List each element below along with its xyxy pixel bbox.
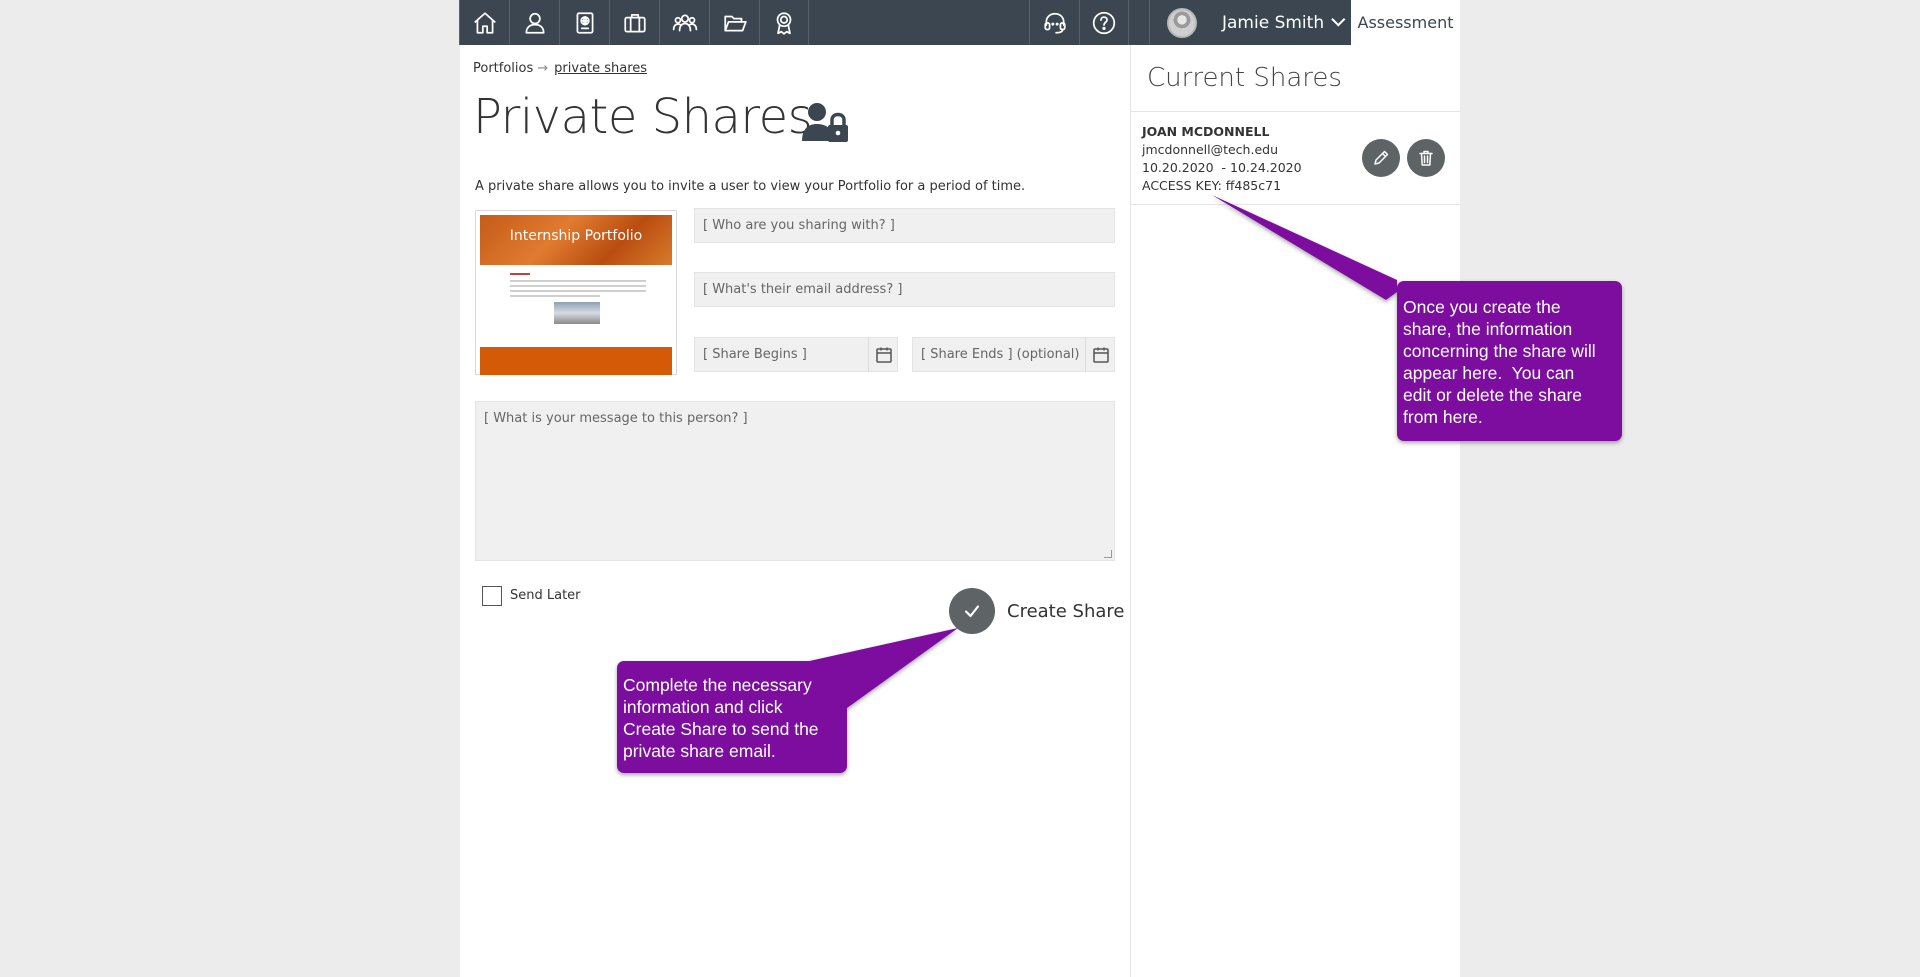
pencil-icon [1374, 150, 1389, 165]
main-panel: Portfolios → private shares Private Shar… [460, 45, 1130, 977]
top-bar: Jamie Smith Assessment [0, 0, 1920, 45]
chevron-down-icon [1331, 11, 1346, 27]
top-nav: Jamie Smith Assessment [459, 0, 1460, 45]
share-access-key: ACCESS KEY: ff485c71 [1142, 178, 1282, 193]
arrow-right-icon: → [537, 61, 549, 76]
user-menu[interactable]: Jamie Smith [1149, 0, 1351, 45]
trash-icon [1419, 150, 1433, 166]
help-button[interactable] [1079, 0, 1129, 45]
passport-button[interactable] [559, 0, 609, 45]
user-name: Jamie Smith [1222, 12, 1325, 33]
portfolio-thumbnail: Internship Portfolio [475, 210, 677, 375]
groups-button[interactable] [659, 0, 709, 45]
send-later-checkbox[interactable] [482, 586, 502, 606]
group-icon [672, 14, 697, 31]
home-button[interactable] [459, 0, 509, 45]
current-shares-title: Current Shares [1147, 63, 1342, 93]
breadcrumb-private-shares[interactable]: private shares [554, 61, 647, 76]
passport-icon [576, 11, 593, 34]
breadcrumb-portfolios[interactable]: Portfolios [473, 61, 533, 76]
briefcase-icon [623, 13, 646, 33]
headset-icon [1043, 12, 1066, 34]
create-share-button[interactable]: Create Share [949, 588, 1124, 634]
user-lock-icon [802, 103, 848, 142]
share-ends-calendar-button[interactable] [1085, 337, 1115, 372]
assessment-tab[interactable]: Assessment [1351, 0, 1460, 45]
check-icon [964, 605, 980, 618]
page-description: A private share allows you to invite a u… [475, 179, 1026, 194]
resize-handle[interactable] [1104, 550, 1112, 558]
support-button[interactable] [1029, 0, 1079, 45]
avatar [1167, 7, 1197, 38]
profile-button[interactable] [509, 0, 559, 45]
callout-right-text: Once you create the share, the informati… [1403, 297, 1596, 427]
folder-open-icon [723, 15, 747, 31]
page-title: Private Shares [473, 89, 813, 145]
briefcase-button[interactable] [609, 0, 659, 45]
recipient-name-input[interactable]: [ Who are you sharing with? ] [694, 208, 1115, 243]
thumbnail-image [554, 302, 600, 324]
breadcrumb: Portfolios → private shares [473, 61, 647, 76]
recipient-email-input[interactable]: [ What's their email address? ] [694, 272, 1115, 307]
badges-button[interactable] [759, 0, 809, 45]
calendar-icon [1092, 347, 1109, 363]
share-recipient-email: jmcdonnell@tech.edu [1142, 142, 1278, 157]
award-icon [776, 11, 792, 35]
share-date-range: 10.20.2020 - 10.24.2020 [1142, 160, 1302, 175]
share-begins-calendar-button[interactable] [868, 337, 898, 372]
calendar-icon [875, 347, 892, 363]
help-icon [1092, 11, 1116, 34]
message-textarea[interactable]: [ What is your message to this person? ] [475, 401, 1115, 561]
callout-bottom-text: Complete the necessary information and c… [623, 675, 819, 761]
send-later-label: Send Later [510, 588, 581, 603]
files-button[interactable] [709, 0, 759, 45]
share-item: JOAN MCDONNELL jmcdonnell@tech.edu 10.20… [1142, 123, 1452, 195]
edit-share-button[interactable] [1362, 139, 1400, 177]
thumbnail-title: Internship Portfolio [509, 228, 643, 244]
create-share-label: Create Share [1007, 600, 1125, 622]
user-icon [524, 12, 545, 34]
message-placeholder: [ What is your message to this person? ] [484, 411, 748, 426]
current-shares-panel: Current Shares JOAN MCDONNELL jmcdonnell… [1130, 45, 1461, 977]
delete-share-button[interactable] [1407, 139, 1445, 177]
home-icon [473, 11, 496, 34]
share-recipient-name: JOAN MCDONNELL [1142, 124, 1270, 139]
